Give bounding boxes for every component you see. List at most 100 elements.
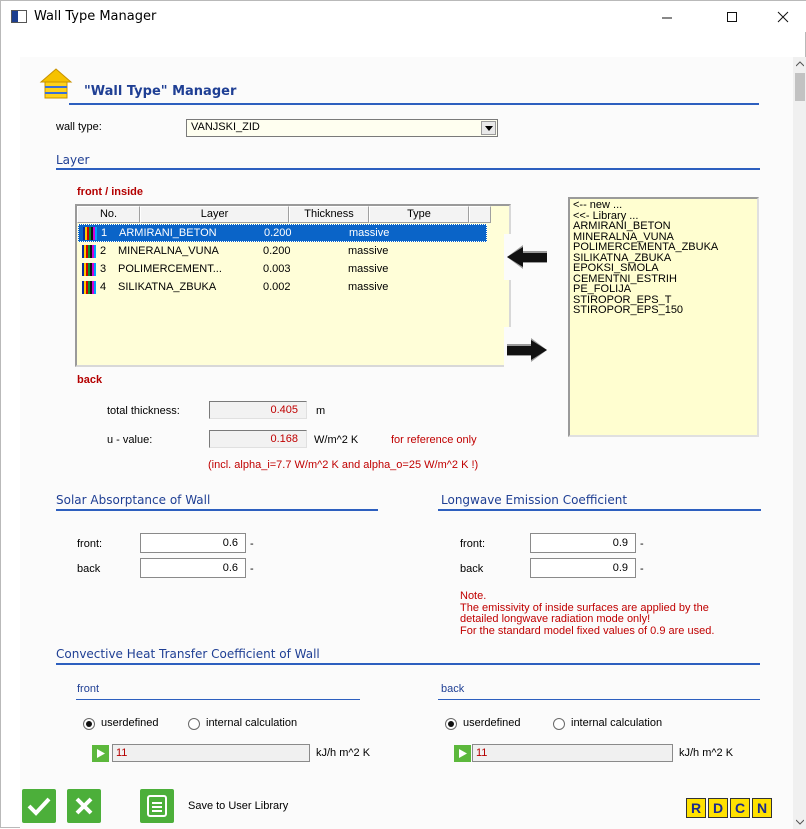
row-thickness: 0.200	[264, 227, 292, 239]
remove-layer-button[interactable]	[504, 327, 550, 373]
list-item[interactable]: PE_FOLIJA	[573, 284, 754, 295]
mode-button-r[interactable]: R	[686, 798, 706, 818]
back-coefficient-input[interactable]: 11	[472, 744, 673, 762]
table-row[interactable]: 2 MINERALNA_VUNA 0.200 massive	[78, 243, 487, 261]
window: Wall Type Manager "Wall Type" Manager wa…	[0, 0, 806, 829]
scroll-down-button[interactable]	[793, 815, 806, 829]
convective-divider	[56, 663, 760, 665]
app-icon	[11, 10, 27, 23]
header-divider	[69, 103, 759, 105]
front-coefficient-unit: kJ/h m^2 K	[316, 747, 371, 759]
u-value-unit: W/m^2 K	[314, 434, 359, 446]
save-list-icon	[147, 795, 167, 817]
arrow-right-icon	[507, 338, 547, 362]
front-internal-radio[interactable]	[188, 718, 200, 730]
back-edit-button[interactable]	[454, 745, 471, 762]
close-button[interactable]	[760, 1, 806, 32]
ok-button[interactable]	[22, 789, 56, 823]
window-title: Wall Type Manager	[34, 9, 157, 24]
list-item[interactable]: ARMIRANI_BETON	[573, 221, 754, 232]
vertical-scrollbar[interactable]	[793, 57, 806, 829]
row-thickness: 0.003	[263, 263, 291, 275]
play-icon	[458, 749, 467, 758]
layer-table[interactable]: No. Layer Thickness Type 1 ARMIRANI_BETO…	[75, 204, 511, 367]
convective-back-label: back	[441, 683, 465, 695]
mode-button-c[interactable]: C	[730, 798, 750, 818]
reference-note: for reference only	[391, 434, 477, 446]
list-item[interactable]: EPOKSI_SMOLA	[573, 263, 754, 274]
dropdown-arrow-icon	[484, 125, 493, 131]
col-header-no[interactable]: No.	[77, 206, 140, 223]
manager-title: "Wall Type" Manager	[84, 84, 237, 99]
u-value-label: u - value:	[107, 434, 153, 446]
longwave-front-input[interactable]: 0.9	[530, 533, 636, 553]
row-type: massive	[348, 263, 389, 275]
wall-type-label: wall type:	[56, 121, 102, 133]
longwave-back-unit: -	[640, 563, 644, 575]
back-internal-radio[interactable]	[553, 718, 565, 730]
arrow-left-icon	[507, 245, 547, 269]
col-header-filler	[469, 206, 491, 223]
longwave-back-input[interactable]: 0.9	[530, 558, 636, 578]
solar-front-input[interactable]: 0.6	[140, 533, 246, 553]
col-header-thickness[interactable]: Thickness	[289, 206, 369, 223]
scroll-thumb[interactable]	[795, 73, 805, 101]
note-line: Note.	[460, 590, 487, 602]
row-type: massive	[348, 281, 389, 293]
back-label: back	[77, 374, 103, 386]
front-edit-button[interactable]	[92, 745, 109, 762]
close-icon	[75, 797, 93, 815]
mode-button-d[interactable]: D	[708, 798, 728, 818]
col-header-layer[interactable]: Layer	[140, 206, 289, 223]
save-to-library-button[interactable]	[140, 789, 174, 823]
chevron-down-icon	[796, 819, 804, 825]
material-swatch-icon	[83, 227, 97, 240]
total-thickness-unit: m	[316, 405, 326, 417]
add-layer-button[interactable]	[504, 234, 550, 280]
front-coefficient-input[interactable]: 11	[112, 744, 310, 762]
chevron-up-icon	[796, 61, 804, 67]
front-userdefined-radio[interactable]	[83, 718, 95, 730]
back-internal-label: internal calculation	[571, 717, 663, 729]
row-thickness: 0.200	[263, 245, 291, 257]
mode-button-n[interactable]: N	[752, 798, 772, 818]
front-userdefined-label: userdefined	[101, 717, 159, 729]
longwave-front-label: front:	[460, 538, 486, 550]
row-no: 3	[100, 263, 107, 275]
list-item[interactable]: STIROPOR_EPS_150	[573, 305, 754, 316]
total-thickness-label: total thickness:	[107, 405, 180, 417]
longwave-divider	[438, 509, 761, 511]
table-row[interactable]: 4 SILIKATNA_ZBUKA 0.002 massive	[78, 279, 487, 297]
solar-back-input[interactable]: 0.6	[140, 558, 246, 578]
dropdown-button[interactable]	[481, 121, 496, 135]
longwave-section-title: Longwave Emission Coefficient	[441, 493, 628, 507]
convective-section-title: Convective Heat Transfer Coefficient of …	[56, 647, 320, 661]
minimize-button[interactable]	[644, 1, 690, 32]
list-item[interactable]: <-- new ...	[573, 200, 754, 211]
table-row[interactable]: 1 ARMIRANI_BETON 0.200 massive	[78, 224, 487, 242]
scroll-up-button[interactable]	[793, 57, 806, 71]
col-header-type[interactable]: Type	[369, 206, 469, 223]
row-type: massive	[349, 227, 390, 239]
row-thickness: 0.002	[263, 281, 291, 293]
cancel-button[interactable]	[67, 789, 101, 823]
maximize-button[interactable]	[709, 1, 755, 32]
total-thickness-field: 0.405	[209, 401, 307, 419]
note-line: For the standard model fixed values of 0…	[460, 624, 715, 637]
back-userdefined-label: userdefined	[463, 717, 521, 729]
house-icon	[39, 68, 73, 99]
row-layer: ARMIRANI_BETON	[119, 227, 217, 239]
longwave-back-label: back	[460, 563, 484, 575]
wall-type-select[interactable]: VANJSKI_ZID	[186, 119, 498, 137]
play-icon	[96, 749, 105, 758]
table-row[interactable]: 3 POLIMERCEMENT... 0.003 massive	[78, 261, 487, 279]
row-layer: MINERALNA_VUNA	[118, 245, 219, 257]
back-userdefined-radio[interactable]	[445, 718, 457, 730]
u-value-field: 0.168	[209, 430, 307, 448]
row-no: 4	[100, 281, 107, 293]
close-icon	[777, 11, 789, 22]
solar-front-label: front:	[77, 538, 103, 550]
list-item[interactable]: POLIMERCEMENTA_ZBUKA	[573, 242, 754, 253]
layer-table-header: No. Layer Thickness Type	[77, 206, 491, 223]
material-library-list[interactable]: <-- new ... <<- Library ... ARMIRANI_BET…	[568, 197, 759, 437]
